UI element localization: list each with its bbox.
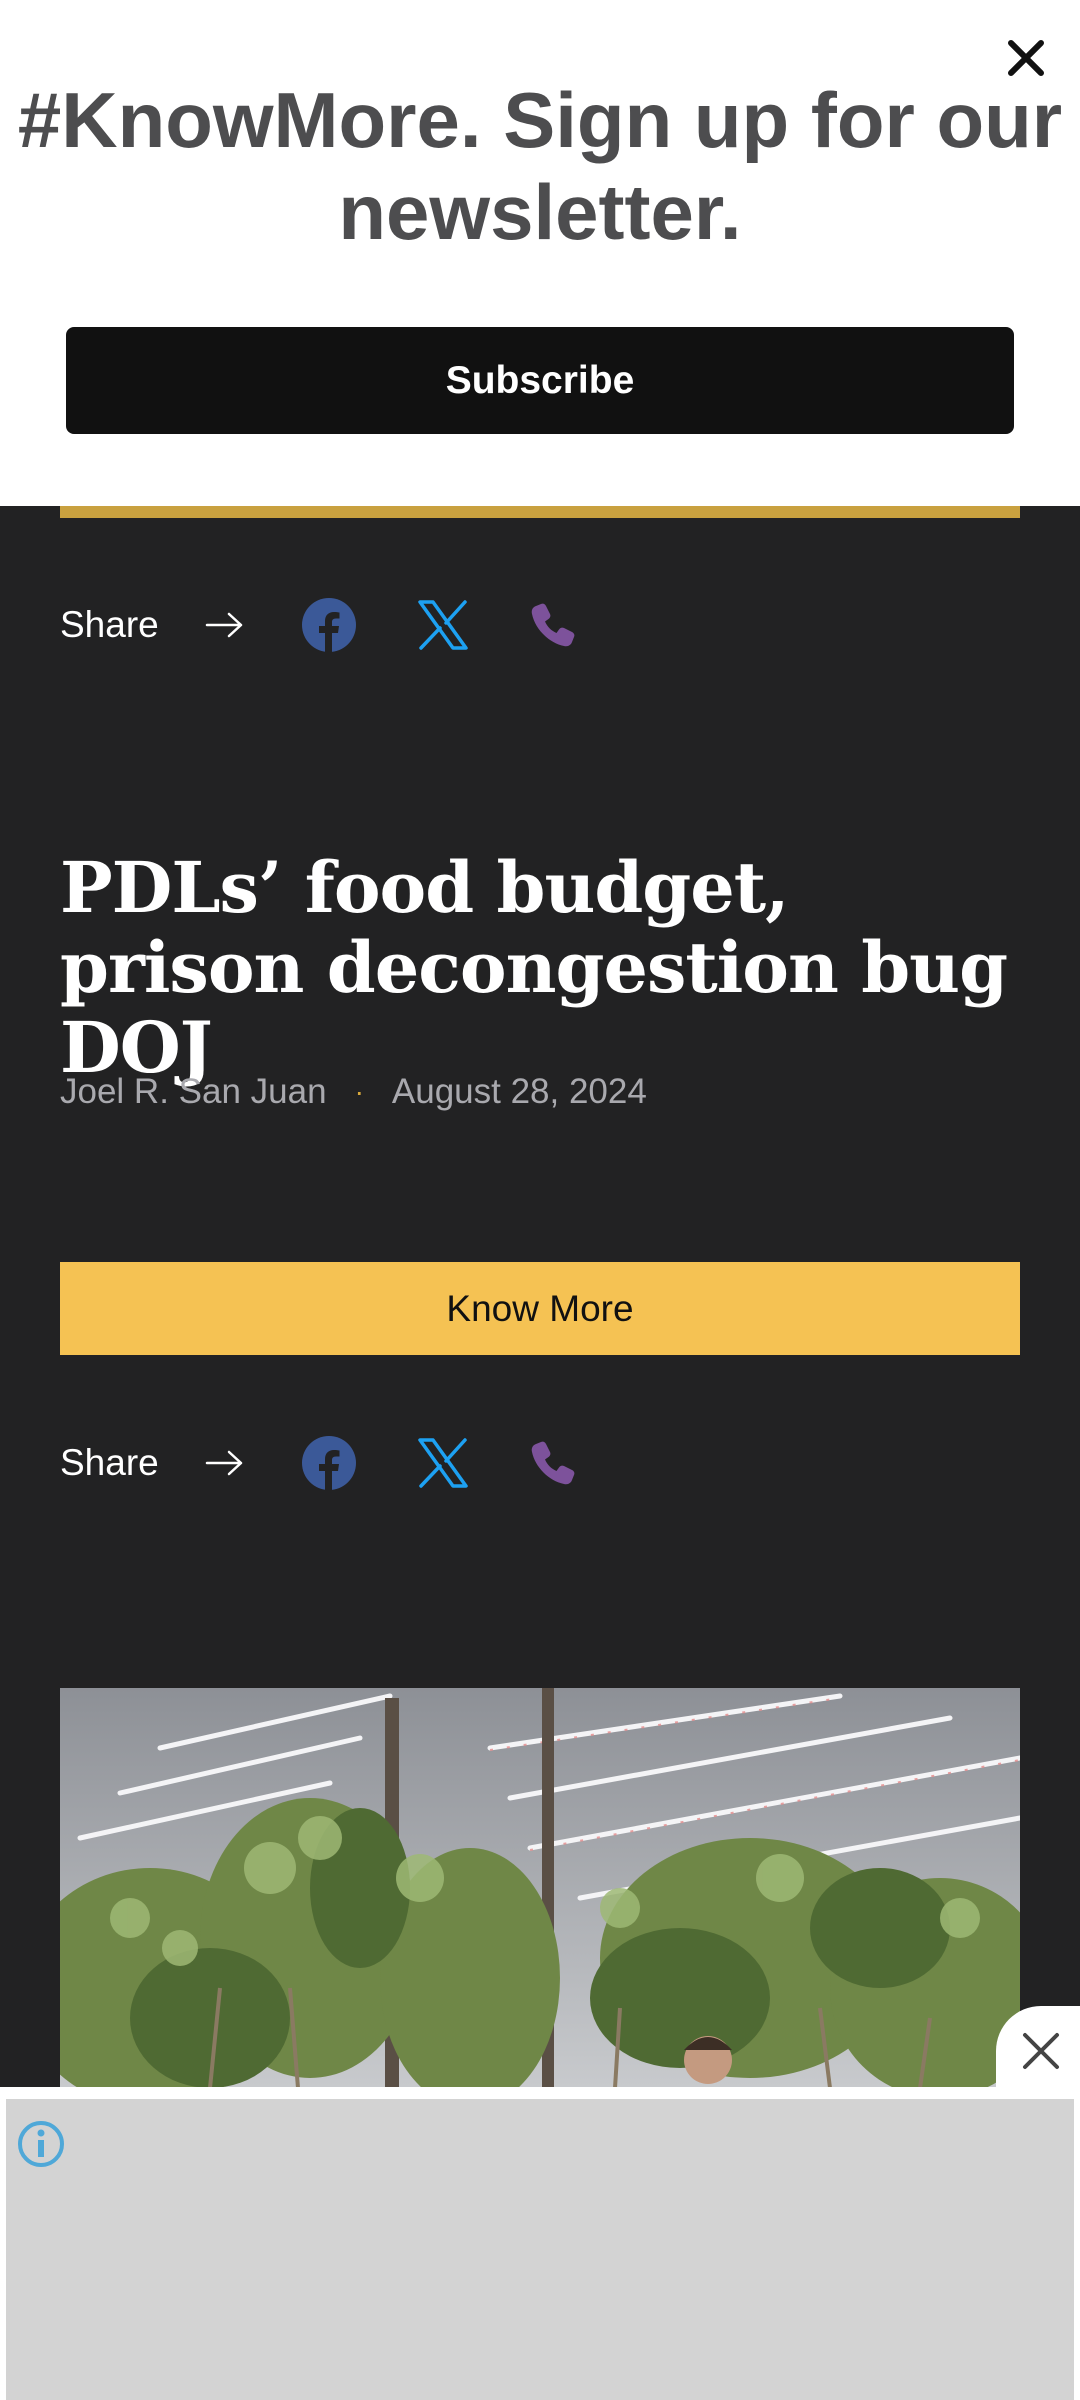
phone-share-button[interactable] bbox=[525, 1435, 581, 1491]
byline: Joel R. San Juan · August 28, 2024 bbox=[60, 1072, 647, 1112]
know-more-button[interactable]: Know More bbox=[60, 1262, 1020, 1355]
byline-separator: · bbox=[354, 1076, 364, 1107]
x-share-button[interactable] bbox=[415, 597, 471, 653]
ad-placeholder[interactable] bbox=[6, 2099, 1074, 2400]
info-icon[interactable] bbox=[16, 2119, 66, 2169]
article-headline[interactable]: PDLs’ food budget, prison decongestion b… bbox=[60, 848, 1020, 1088]
facebook-share-button[interactable] bbox=[301, 597, 357, 653]
share-row: Share bbox=[60, 590, 581, 660]
subscribe-button[interactable]: Subscribe bbox=[66, 327, 1014, 434]
share-row: Share bbox=[60, 1428, 581, 1498]
ad-close-button[interactable] bbox=[996, 2006, 1080, 2096]
x-icon bbox=[417, 1438, 468, 1488]
author-name[interactable]: Joel R. San Juan bbox=[60, 1072, 327, 1112]
x-icon bbox=[417, 600, 468, 650]
newsletter-modal: #KnowMore. Sign up for our newsletter. S… bbox=[0, 0, 1080, 506]
x-share-button[interactable] bbox=[415, 1435, 471, 1491]
facebook-icon bbox=[301, 598, 356, 653]
arrow-right-icon bbox=[205, 1450, 242, 1476]
facebook-share-button[interactable] bbox=[301, 1435, 357, 1491]
phone-icon bbox=[531, 603, 575, 647]
close-icon bbox=[1023, 2033, 1059, 2069]
article-image[interactable] bbox=[60, 1688, 1020, 2088]
publish-date: August 28, 2024 bbox=[391, 1072, 647, 1111]
arrow-right-icon bbox=[205, 612, 242, 638]
share-label: Share bbox=[60, 1442, 159, 1483]
newsletter-title: #KnowMore. Sign up for our newsletter. bbox=[17, 76, 1063, 256]
facebook-icon bbox=[301, 1436, 356, 1491]
phone-share-button[interactable] bbox=[525, 597, 581, 653]
share-label: Share bbox=[60, 604, 159, 645]
close-icon bbox=[1008, 40, 1044, 76]
ad-banner[interactable] bbox=[0, 2087, 1080, 2400]
phone-icon bbox=[531, 1441, 575, 1485]
